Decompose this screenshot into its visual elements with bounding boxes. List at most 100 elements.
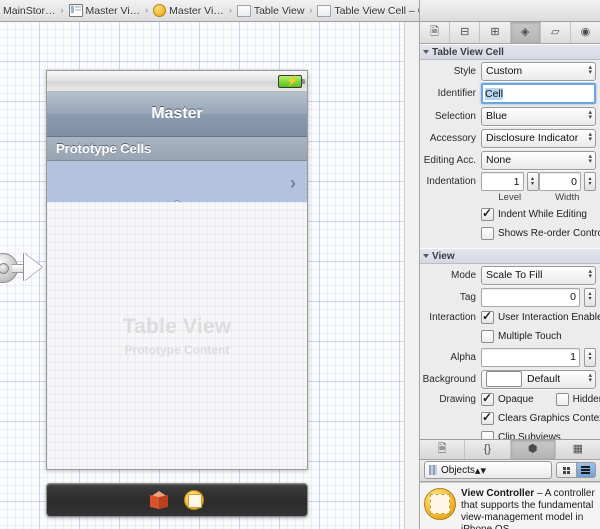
breadcrumb-label: Master Vi… <box>85 4 141 17</box>
clears-graphics-context-label: Clears Graphics Context <box>498 413 600 424</box>
style-popup-button[interactable]: Custom ▴ ▾ <box>481 61 596 81</box>
indentation-captions: Level Width <box>420 192 600 205</box>
cube-icon[interactable] <box>150 491 168 510</box>
list-view-button[interactable] <box>575 462 596 479</box>
indentation-width-input[interactable]: 0 <box>538 172 581 191</box>
accessory-popup-button[interactable]: Disclosure Indicator ▴ ▾ <box>481 128 596 148</box>
row-identifier: Identifier Cell <box>420 82 600 105</box>
indentation-level-stepper[interactable]: ▴ ▾ <box>526 172 539 191</box>
indentation-width-stepper[interactable]: ▴ ▾ <box>584 172 596 191</box>
arrow-circle-icon: ◉ <box>580 26 591 38</box>
library-tab-media[interactable]: ▦ <box>556 440 600 459</box>
tag-label: Tag <box>459 291 476 303</box>
film-icon: ▦ <box>572 442 584 455</box>
mode-popup-button[interactable]: Scale To Fill ▴ ▾ <box>481 265 596 285</box>
library-filter-bar: Objects ▴▾ <box>420 459 600 482</box>
list-item[interactable]: View Controller – A controller that supp… <box>420 483 600 529</box>
clip-subviews-label: Clip Subviews <box>498 432 561 439</box>
grid-view-button[interactable] <box>556 462 576 479</box>
library-tab-file-template[interactable]: 🗎 <box>420 439 466 459</box>
breadcrumb-item-master-view-controller[interactable]: Master Vi… <box>150 0 227 21</box>
alpha-input[interactable]: 1 <box>481 347 580 367</box>
breadcrumb-item-mainstoryboard[interactable]: MainStor… <box>0 0 59 21</box>
library-item-text: View Controller – A controller that supp… <box>461 488 595 529</box>
chevron-updown-icon: ▴▾ <box>588 371 592 384</box>
storyboard-canvas[interactable]: ⚡ Master Prototype Cells › Table View Pr… <box>0 22 419 529</box>
view-controller-icon[interactable] <box>184 490 204 510</box>
prototype-table-view-cell[interactable]: › <box>47 161 307 208</box>
row-editing-accessory: Editing Acc. None ▴ ▾ <box>420 149 600 171</box>
master-view-controller-scene[interactable]: ⚡ Master Prototype Cells › Table View Pr… <box>46 70 308 470</box>
library-tab-code-snippet[interactable]: {} <box>465 439 511 459</box>
section-header-table-view-cell[interactable]: Table View Cell <box>420 44 600 60</box>
checkbox-icon <box>481 330 494 343</box>
view-icon <box>236 4 251 17</box>
opaque-checkbox[interactable]: Opaque <box>481 391 534 406</box>
inspector-tab-file[interactable]: 🗎 <box>420 22 451 43</box>
level-caption: Level <box>498 192 522 203</box>
scene-dock[interactable] <box>46 483 308 517</box>
breadcrumb: MainStor… › Master Vi… › Master Vi… › Ta… <box>0 0 419 21</box>
row-interaction: Interaction User Interaction Enabled <box>420 308 600 327</box>
row-background: Background Default ▴ ▾ <box>420 368 600 390</box>
prototype-cells-header: Prototype Cells <box>47 137 307 161</box>
clip-subviews-checkbox[interactable]: Clip Subviews <box>481 431 561 439</box>
indent-while-editing-checkbox[interactable]: Indent While Editing <box>481 206 587 221</box>
row-mode: Mode Scale To Fill ▴ ▾ <box>420 264 600 286</box>
checkbox-icon <box>555 393 569 406</box>
user-interaction-enabled-checkbox[interactable]: User Interaction Enabled <box>481 309 600 324</box>
tag-input[interactable]: 0 <box>481 287 580 307</box>
editing-accessory-popup-button[interactable]: None ▴ ▾ <box>481 150 596 170</box>
breadcrumb-item-table-view[interactable]: Table View <box>234 0 308 21</box>
navigation-bar[interactable]: Master <box>47 92 307 137</box>
prototype-cells-label: Prototype Cells <box>56 141 152 156</box>
user-interaction-enabled-label: User Interaction Enabled <box>498 312 600 323</box>
chevron-updown-icon: ▴▾ <box>588 267 592 280</box>
shows-reorder-controls-checkbox[interactable]: Shows Re-order Controls <box>481 227 600 240</box>
identifier-input[interactable]: Cell <box>481 83 596 104</box>
inspector-tab-size[interactable]: ▱ <box>541 22 571 43</box>
inspector-tab-identity[interactable]: ⊞ <box>480 22 511 43</box>
checkbox-icon <box>481 206 494 221</box>
indent-while-editing-label: Indent While Editing <box>498 209 587 220</box>
background-color-popup-button[interactable]: Default ▴ ▾ <box>481 369 596 389</box>
clears-graphics-context-checkbox[interactable]: Clears Graphics Context <box>481 410 600 425</box>
multiple-touch-checkbox[interactable]: Multiple Touch <box>481 330 562 343</box>
breadcrumb-label: Table View Cell – Cell <box>334 4 419 17</box>
inspector-tab-connections[interactable]: ◉ <box>571 22 600 43</box>
breadcrumb-item-master-view-controller-scene[interactable]: Master Vi… <box>66 0 144 21</box>
indentation-level-input[interactable]: 1 <box>481 172 524 191</box>
document-icon: 🗎 <box>437 442 447 455</box>
initial-view-controller-arrow-icon <box>0 246 46 288</box>
disclosure-triangle-icon[interactable] <box>423 254 429 258</box>
view-controller-icon <box>424 487 456 520</box>
breadcrumb-item-table-view-cell[interactable]: Table View Cell – Cell <box>314 0 419 21</box>
hidden-checkbox[interactable]: Hidden <box>555 393 600 406</box>
xcode-interface-builder-window: MainStor… › Master Vi… › Master Vi… › Ta… <box>0 0 600 529</box>
section-header-view[interactable]: View <box>420 248 600 264</box>
table-view-placeholder: Table View Prototype Content <box>47 202 307 469</box>
disclosure-triangle-icon[interactable] <box>423 50 429 54</box>
inspector-tab-bar: 🗎 ⊟ ⊞ ◈ ▱ ◉ <box>420 22 600 44</box>
row-style: Style Custom ▴ ▾ <box>420 60 600 82</box>
selection-value: Blue <box>486 110 508 122</box>
breadcrumb-label: MainStor… <box>3 4 56 17</box>
inspector-tab-quick-help[interactable]: ⊟ <box>450 22 481 43</box>
selection-popup-button[interactable]: Blue ▴ ▾ <box>481 106 596 126</box>
identifier-label: Identifier <box>437 88 476 99</box>
main-body: ⚡ Master Prototype Cells › Table View Pr… <box>0 22 600 529</box>
opaque-label: Opaque <box>498 394 534 405</box>
multiple-touch-label: Multiple Touch <box>498 331 562 342</box>
color-well[interactable] <box>486 371 522 387</box>
tag-stepper[interactable]: ▴ ▾ <box>584 287 596 307</box>
library-list[interactable]: View Controller – A controller that supp… <box>420 481 600 529</box>
library-category-popup[interactable]: Objects ▴▾ <box>424 461 552 480</box>
inspector-tab-attributes[interactable]: ◈ <box>510 22 541 43</box>
library-tab-bar: 🗎 {} ⬢ ▦ <box>420 438 600 460</box>
canvas-scrollbar[interactable] <box>404 22 419 529</box>
accessory-label: Accessory <box>429 132 476 144</box>
row-indentation: Indentation 1 ▴ ▾ 0 ▴ ▾ <box>420 171 600 192</box>
alpha-label: Alpha <box>450 351 476 363</box>
alpha-stepper[interactable]: ▴ ▾ <box>584 347 596 367</box>
library-tab-object[interactable]: ⬢ <box>510 439 556 459</box>
